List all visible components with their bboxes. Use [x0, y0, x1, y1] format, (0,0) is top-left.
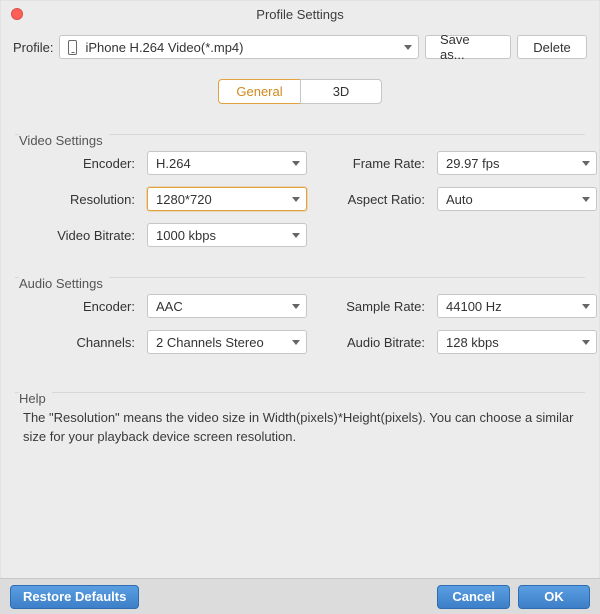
audio-bitrate-select[interactable]: 128 kbps: [437, 330, 597, 354]
profile-label: Profile:: [13, 40, 53, 55]
resolution-select[interactable]: 1280*720: [147, 187, 307, 211]
aspect-ratio-select[interactable]: Auto: [437, 187, 597, 211]
frame-rate-select[interactable]: 29.97 fps: [437, 151, 597, 175]
titlebar: Profile Settings: [1, 1, 599, 27]
audio-encoder-select[interactable]: AAC: [147, 294, 307, 318]
channels-select[interactable]: 2 Channels Stereo: [147, 330, 307, 354]
chevron-down-icon: [404, 45, 412, 50]
video-bitrate-select[interactable]: 1000 kbps: [147, 223, 307, 247]
chevron-down-icon: [292, 304, 300, 309]
tab-3d[interactable]: 3D: [300, 79, 382, 104]
chevron-down-icon: [582, 340, 590, 345]
chevron-down-icon: [292, 340, 300, 345]
video-encoder-select[interactable]: H.264: [147, 151, 307, 175]
phone-icon: [68, 40, 77, 55]
delete-button[interactable]: Delete: [517, 35, 587, 59]
chevron-down-icon: [292, 197, 300, 202]
audio-settings-group: Audio Settings Encoder: AAC Sample Rate:…: [15, 277, 585, 354]
tab-group: General 3D: [218, 79, 382, 104]
audio-settings-legend: Audio Settings: [19, 276, 109, 291]
chevron-down-icon: [582, 197, 590, 202]
chevron-down-icon: [292, 233, 300, 238]
help-legend: Help: [19, 391, 52, 406]
tab-row: General 3D: [1, 65, 599, 120]
audio-encoder-label: Encoder:: [21, 299, 137, 314]
ok-button[interactable]: OK: [518, 585, 590, 609]
sample-rate-label: Sample Rate:: [317, 299, 427, 314]
help-text: The "Resolution" means the video size in…: [15, 393, 585, 447]
window-title: Profile Settings: [1, 7, 599, 22]
resolution-label: Resolution:: [21, 192, 137, 207]
video-encoder-label: Encoder:: [21, 156, 137, 171]
video-settings-group: Video Settings Encoder: H.264 Frame Rate…: [15, 134, 585, 247]
aspect-ratio-label: Aspect Ratio:: [317, 192, 427, 207]
restore-defaults-button[interactable]: Restore Defaults: [10, 585, 139, 609]
video-bitrate-label: Video Bitrate:: [21, 228, 137, 243]
chevron-down-icon: [292, 161, 300, 166]
help-group: Help The "Resolution" means the video si…: [15, 392, 585, 447]
channels-label: Channels:: [21, 335, 137, 350]
tab-general[interactable]: General: [218, 79, 300, 104]
video-settings-legend: Video Settings: [19, 133, 109, 148]
chevron-down-icon: [582, 161, 590, 166]
profile-select[interactable]: iPhone H.264 Video(*.mp4): [59, 35, 419, 59]
footer: Restore Defaults Cancel OK: [0, 578, 600, 614]
frame-rate-label: Frame Rate:: [317, 156, 427, 171]
save-as-button[interactable]: Save as...: [425, 35, 511, 59]
profile-value: iPhone H.264 Video(*.mp4): [85, 40, 398, 55]
sample-rate-select[interactable]: 44100 Hz: [437, 294, 597, 318]
cancel-button[interactable]: Cancel: [437, 585, 510, 609]
profile-row: Profile: iPhone H.264 Video(*.mp4) Save …: [1, 27, 599, 65]
audio-bitrate-label: Audio Bitrate:: [317, 335, 427, 350]
chevron-down-icon: [582, 304, 590, 309]
